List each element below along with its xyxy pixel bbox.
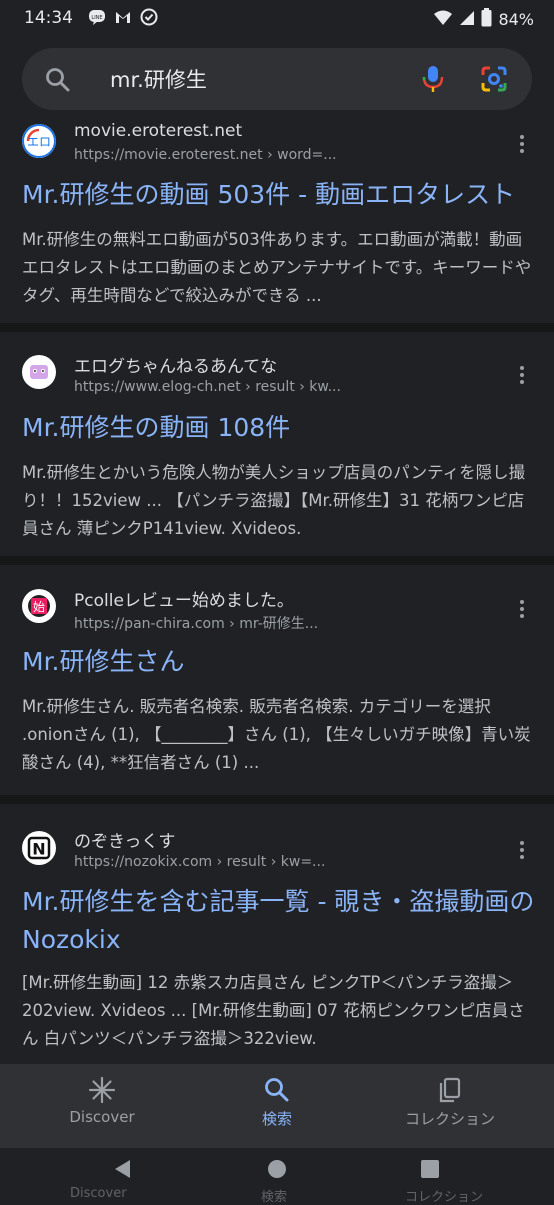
search-bar[interactable]: mr.研修生 xyxy=(22,48,532,110)
result-snippet: Mr.研修生の無料エロ動画が503件あります。エロ動画が満載！動画エロタレストは… xyxy=(22,230,532,305)
result-card: エロ movie.eroterest.net https://movie.ero… xyxy=(0,118,554,332)
back-icon[interactable] xyxy=(112,1158,134,1184)
favicon-eroterest: エロ xyxy=(22,124,56,158)
favicon-nozokix: N xyxy=(22,831,56,865)
result-card: N のぞきっくす https://nozokix.com › result › … xyxy=(0,804,554,1068)
favicon-text: N xyxy=(32,840,45,859)
result-snippet: Mr.研修生さん. 販売者名検索. 販売者名検索. カテゴリーを選択 .onio… xyxy=(22,697,531,772)
nav-label: コレクション xyxy=(404,1110,495,1128)
more-vert-icon[interactable] xyxy=(512,838,532,862)
mic-icon[interactable] xyxy=(420,64,446,98)
site-url[interactable]: https://pan-chira.com › mr-研修生... xyxy=(74,613,318,633)
result-title[interactable]: Mr.研修生の動画 108件 xyxy=(22,409,536,447)
site-name[interactable]: エログちゃんねるあんてな xyxy=(74,352,277,377)
nav-search[interactable]: 検索 xyxy=(185,1064,369,1148)
collections-icon xyxy=(436,1076,464,1104)
result-title[interactable]: Mr.研修生の動画 503件 - 動画エロタレスト xyxy=(22,176,536,214)
search-header: mr.研修生 xyxy=(0,38,554,122)
favicon-text: 始 xyxy=(33,600,45,614)
search-icon[interactable] xyxy=(44,66,72,98)
status-bar: 14:34 LINE 84% xyxy=(0,0,554,38)
line-icon: LINE xyxy=(88,8,106,30)
status-time: 14:34 xyxy=(24,8,73,28)
result-snippet: Mr.研修生とかいう危険人物が美人ショップ店員のパンティを隠し撮り！！152vi… xyxy=(22,463,526,538)
result-title[interactable]: Mr.研修生を含む記事一覧 - 覗き・盗撮動画のNozokix xyxy=(22,883,536,959)
favicon-pan-chira: 始 xyxy=(22,589,56,623)
more-vert-icon[interactable] xyxy=(512,132,532,156)
search-icon xyxy=(263,1076,291,1104)
check-circle-icon xyxy=(140,8,158,30)
more-vert-icon[interactable] xyxy=(512,597,532,621)
ghost-label: コレクション xyxy=(405,1190,484,1205)
bottom-nav: Discover 検索 コレクション xyxy=(0,1064,554,1148)
site-url[interactable]: https://www.elog-ch.net › result › kw... xyxy=(74,379,341,395)
site-name[interactable]: movie.eroterest.net xyxy=(74,121,242,141)
ghost-label: Discover xyxy=(70,1186,127,1201)
site-url[interactable]: https://nozokix.com › result › kw=... xyxy=(74,854,325,870)
result-snippet: [Mr.研修生動画] 12 赤紫スカ店員さん ピンクTP＜パンチラ盗撮＞202v… xyxy=(22,973,525,1048)
site-url[interactable]: https://movie.eroterest.net › word=... xyxy=(74,147,337,163)
nav-label: Discover xyxy=(69,1108,135,1126)
result-card: エログちゃんねるあんてな https://www.elog-ch.net › r… xyxy=(0,332,554,565)
nav-label: 検索 xyxy=(261,1110,292,1128)
wifi-icon xyxy=(433,9,453,31)
asterisk-icon xyxy=(88,1076,116,1104)
ghost-label: 検索 xyxy=(261,1190,288,1205)
nav-collections[interactable]: コレクション xyxy=(358,1064,542,1148)
search-input[interactable]: mr.研修生 xyxy=(110,64,207,94)
recents-icon[interactable] xyxy=(420,1159,440,1183)
favicon-text: エロ xyxy=(27,135,51,149)
site-name[interactable]: Pcolleレビュー始めました。 xyxy=(74,586,294,611)
battery-icon xyxy=(481,8,492,31)
battery-percent: 84% xyxy=(498,10,534,29)
site-name[interactable]: のぞきっくす xyxy=(74,827,175,852)
more-vert-icon[interactable] xyxy=(512,363,532,387)
nav-discover[interactable]: Discover xyxy=(10,1064,194,1148)
svg-text:LINE: LINE xyxy=(91,15,102,21)
result-card: 始 Pcolleレビュー始めました。 https://pan-chira.com… xyxy=(0,565,554,804)
lens-icon[interactable] xyxy=(480,65,508,97)
results-list: エロ movie.eroterest.net https://movie.ero… xyxy=(0,118,554,1068)
result-title[interactable]: Mr.研修生さん xyxy=(22,643,536,681)
signal-icon xyxy=(459,9,475,31)
home-icon[interactable] xyxy=(266,1158,288,1184)
gmail-icon xyxy=(114,8,132,30)
favicon-elog xyxy=(22,355,56,389)
